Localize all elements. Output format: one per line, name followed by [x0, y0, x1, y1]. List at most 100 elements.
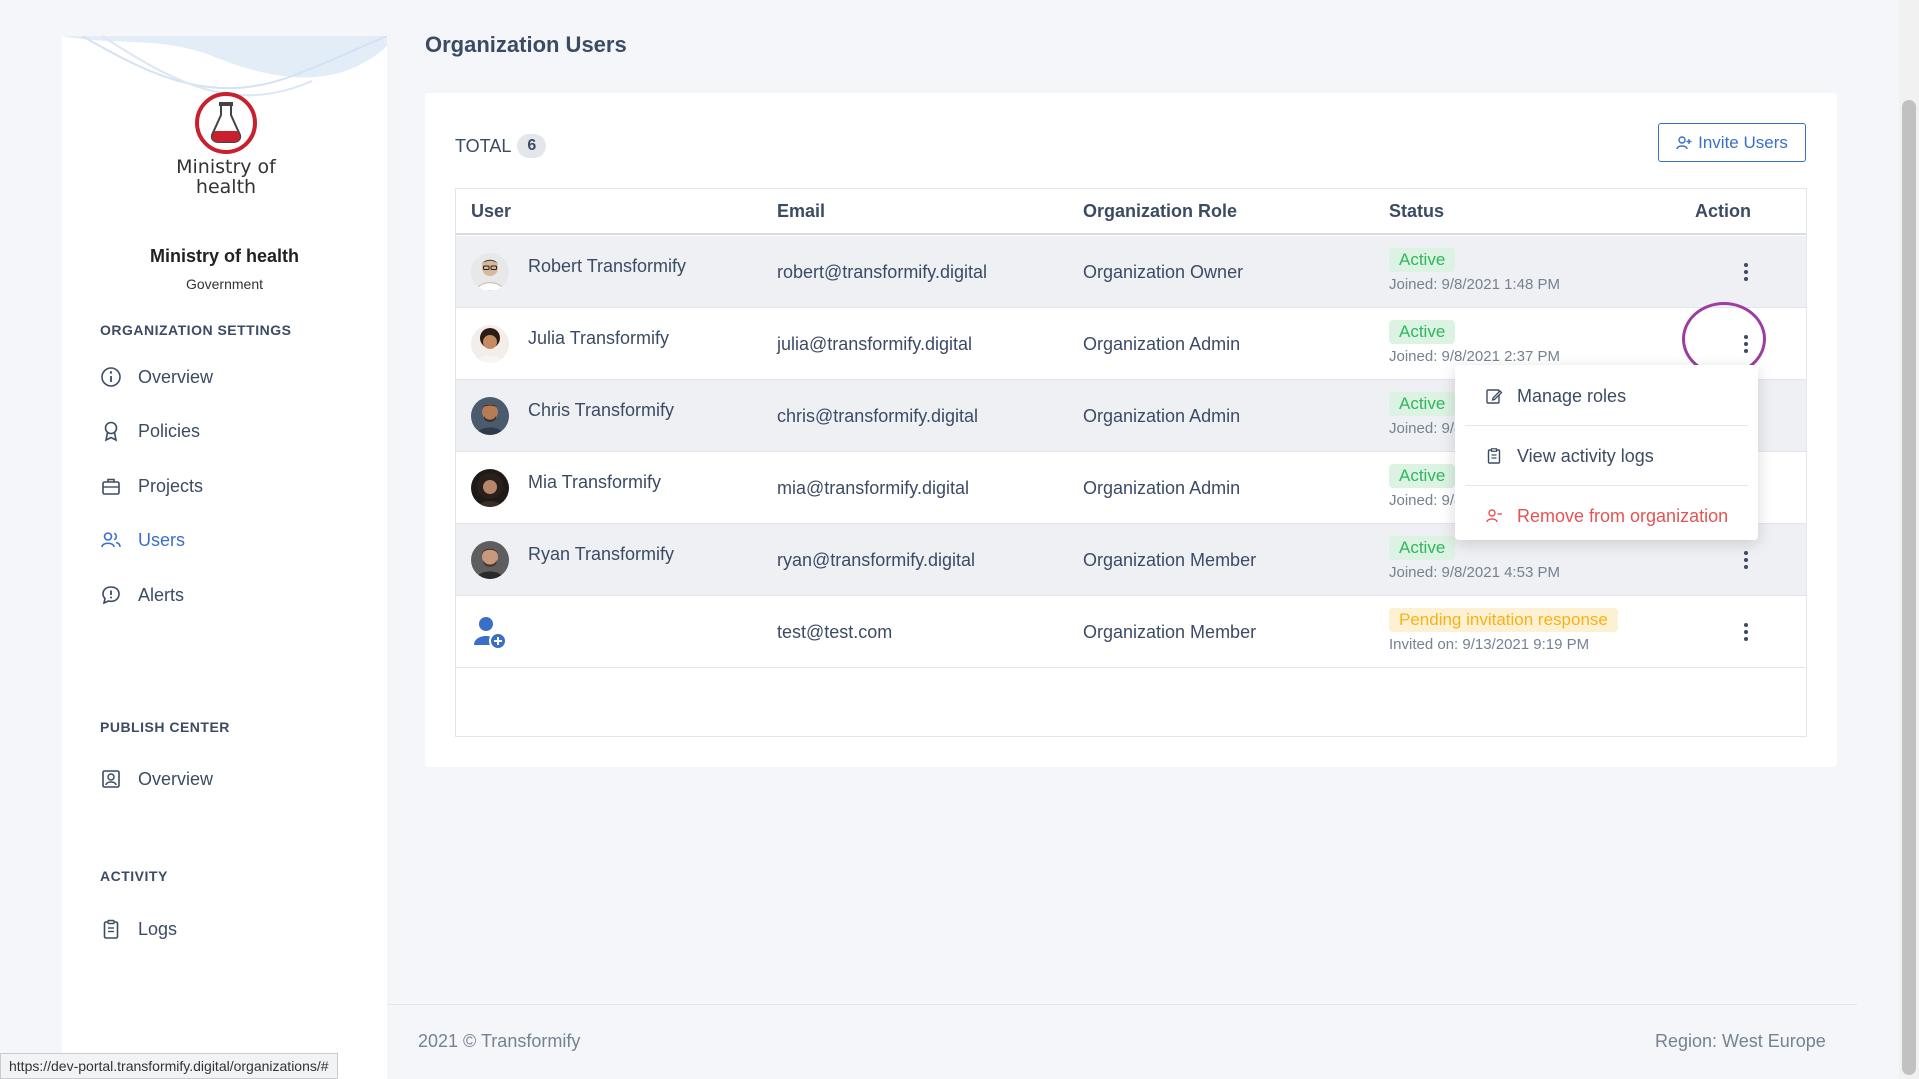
avatar: [471, 325, 509, 363]
scrollbar-thumb[interactable]: [1902, 100, 1916, 1075]
joined-date: Joined: 9/8/2021 2:37 PM: [1389, 348, 1560, 365]
sidebar-item-policies[interactable]: Policies: [100, 416, 200, 446]
row-actions-menu-button[interactable]: [1734, 618, 1758, 646]
kebab-dot: [1744, 565, 1748, 569]
kebab-dot: [1744, 623, 1748, 627]
column-header-status[interactable]: Status: [1389, 201, 1444, 222]
page-title: Organization Users: [425, 32, 627, 57]
avatar: [471, 541, 509, 579]
status-badge: Active: [1389, 464, 1456, 488]
column-header-action: Action: [1695, 201, 1751, 221]
sidebar-item-label: Policies: [138, 420, 201, 441]
sidebar-item-projects[interactable]: Projects: [100, 471, 203, 501]
kebab-dot: [1744, 551, 1748, 555]
pending-user-icon: [471, 613, 509, 651]
user-role: Organization Member: [1083, 622, 1257, 642]
avatar: [471, 253, 509, 291]
row-actions-menu-button[interactable]: [1734, 546, 1758, 574]
user-email: test@test.com: [777, 622, 893, 642]
sidebar-item-label: Overview: [138, 768, 214, 789]
briefcase-icon: [100, 475, 122, 497]
org-logo: Ministry of health: [174, 91, 278, 231]
dropdown-divider: [1465, 485, 1748, 486]
dropdown-divider: [1465, 425, 1748, 426]
user-role: Organization Admin: [1083, 406, 1241, 426]
avatar: [471, 469, 509, 507]
users-icon: [100, 529, 122, 551]
logo-text: Ministry of health: [176, 156, 276, 198]
info-icon: [100, 366, 122, 388]
flask-logo-icon: [195, 92, 257, 154]
manage-roles-menu-item[interactable]: Manage roles: [1455, 367, 1758, 425]
contact-icon: [100, 768, 122, 790]
footer-region: Region: West Europe: [1655, 1031, 1826, 1051]
org-name: Ministry of health: [149, 246, 299, 266]
joined-date: Joined: 9/8: [1389, 492, 1463, 509]
manage-roles-label: Manage roles: [1517, 385, 1627, 406]
kebab-dot: [1744, 263, 1748, 267]
org-type: Government: [185, 276, 264, 292]
invited-date: Invited on: 9/13/2021 9:19 PM: [1389, 636, 1590, 653]
user-email: mia@transformify.digital: [777, 478, 969, 498]
joined-date: Joined: 9/8/2021 4:53 PM: [1389, 564, 1560, 581]
user-email: chris@transformify.digital: [777, 406, 978, 426]
status-badge: Active: [1389, 320, 1456, 344]
remove-from-organization-label: Remove from organization: [1517, 505, 1729, 526]
sidebar-item-users[interactable]: Users: [100, 525, 185, 555]
kebab-dot: [1744, 277, 1748, 281]
chat-alert-icon: [100, 584, 122, 606]
column-header-email[interactable]: Email: [777, 201, 825, 222]
sidebar-item-label: Alerts: [138, 584, 185, 605]
row-actions-dropdown: Manage roles View activity logs Remove f…: [1455, 365, 1758, 540]
footer-divider: [387, 1004, 1857, 1005]
sidebar-item-label: Logs: [138, 918, 178, 939]
user-role: Organization Member: [1083, 550, 1257, 570]
user-plus-icon: [1676, 135, 1692, 151]
section-title-organization-settings: ORGANIZATION SETTINGS: [100, 322, 292, 338]
user-email: robert@transformify.digital: [777, 262, 988, 282]
sidebar-item-alerts[interactable]: Alerts: [100, 580, 184, 610]
remove-from-organization-menu-item[interactable]: Remove from organization: [1455, 487, 1758, 545]
view-activity-logs-label: View activity logs: [1517, 445, 1654, 466]
section-title-publish-center: PUBLISH CENTER: [100, 719, 230, 735]
column-header-user[interactable]: User: [471, 201, 511, 222]
total-count-badge: 6: [517, 134, 547, 158]
table-row: test@test.com Organization Member Pendin…: [456, 596, 1806, 668]
view-activity-logs-menu-item[interactable]: View activity logs: [1455, 427, 1758, 485]
user-remove-icon: [1485, 507, 1503, 525]
table-header: User Email Organization Role Status Acti…: [456, 189, 1806, 235]
sidebar: Ministry of health Ministry of health Go…: [62, 36, 387, 1079]
user-role: Organization Admin: [1083, 334, 1241, 354]
invite-users-button[interactable]: Invite Users: [1658, 123, 1806, 162]
user-role: Organization Owner: [1083, 262, 1244, 282]
award-icon: [100, 420, 122, 442]
sidebar-item-label: Projects: [138, 475, 204, 496]
invite-users-label: Invite Users: [1698, 132, 1788, 152]
total-label: TOTAL: [455, 135, 512, 156]
user-email: julia@transformify.digital: [777, 334, 973, 354]
user-name: Julia Transformify: [528, 328, 670, 348]
status-bar-url: https://dev-portal.transformify.digital/…: [0, 1053, 338, 1079]
sidebar-item-logs[interactable]: Logs: [100, 914, 177, 944]
footer-copyright: 2021 © Transformify: [418, 1031, 581, 1051]
row-actions-menu-button[interactable]: [1734, 258, 1758, 286]
user-name: Robert Transformify: [528, 256, 687, 276]
total-counter: TOTAL 6: [455, 134, 547, 158]
column-header-role[interactable]: Organization Role: [1083, 201, 1237, 222]
edit-icon: [1485, 387, 1503, 405]
avatar: [471, 397, 509, 435]
user-name: Chris Transformify: [528, 400, 675, 420]
sidebar-item-publish-overview[interactable]: Overview: [100, 764, 213, 794]
joined-date: Joined: 9/8/2021 1:48 PM: [1389, 276, 1560, 293]
clipboard-icon: [100, 918, 122, 940]
section-title-activity: ACTIVITY: [100, 868, 168, 884]
status-badge: Pending invitation response: [1389, 608, 1618, 632]
page-scrollbar[interactable]: [1899, 0, 1919, 1079]
status-badge: Active: [1389, 536, 1456, 560]
kebab-dot: [1744, 630, 1748, 634]
sidebar-item-label: Overview: [138, 366, 214, 387]
kebab-dot: [1744, 270, 1748, 274]
status-badge: Active: [1389, 392, 1456, 416]
kebab-dot: [1744, 637, 1748, 641]
sidebar-item-overview[interactable]: Overview: [100, 362, 213, 392]
